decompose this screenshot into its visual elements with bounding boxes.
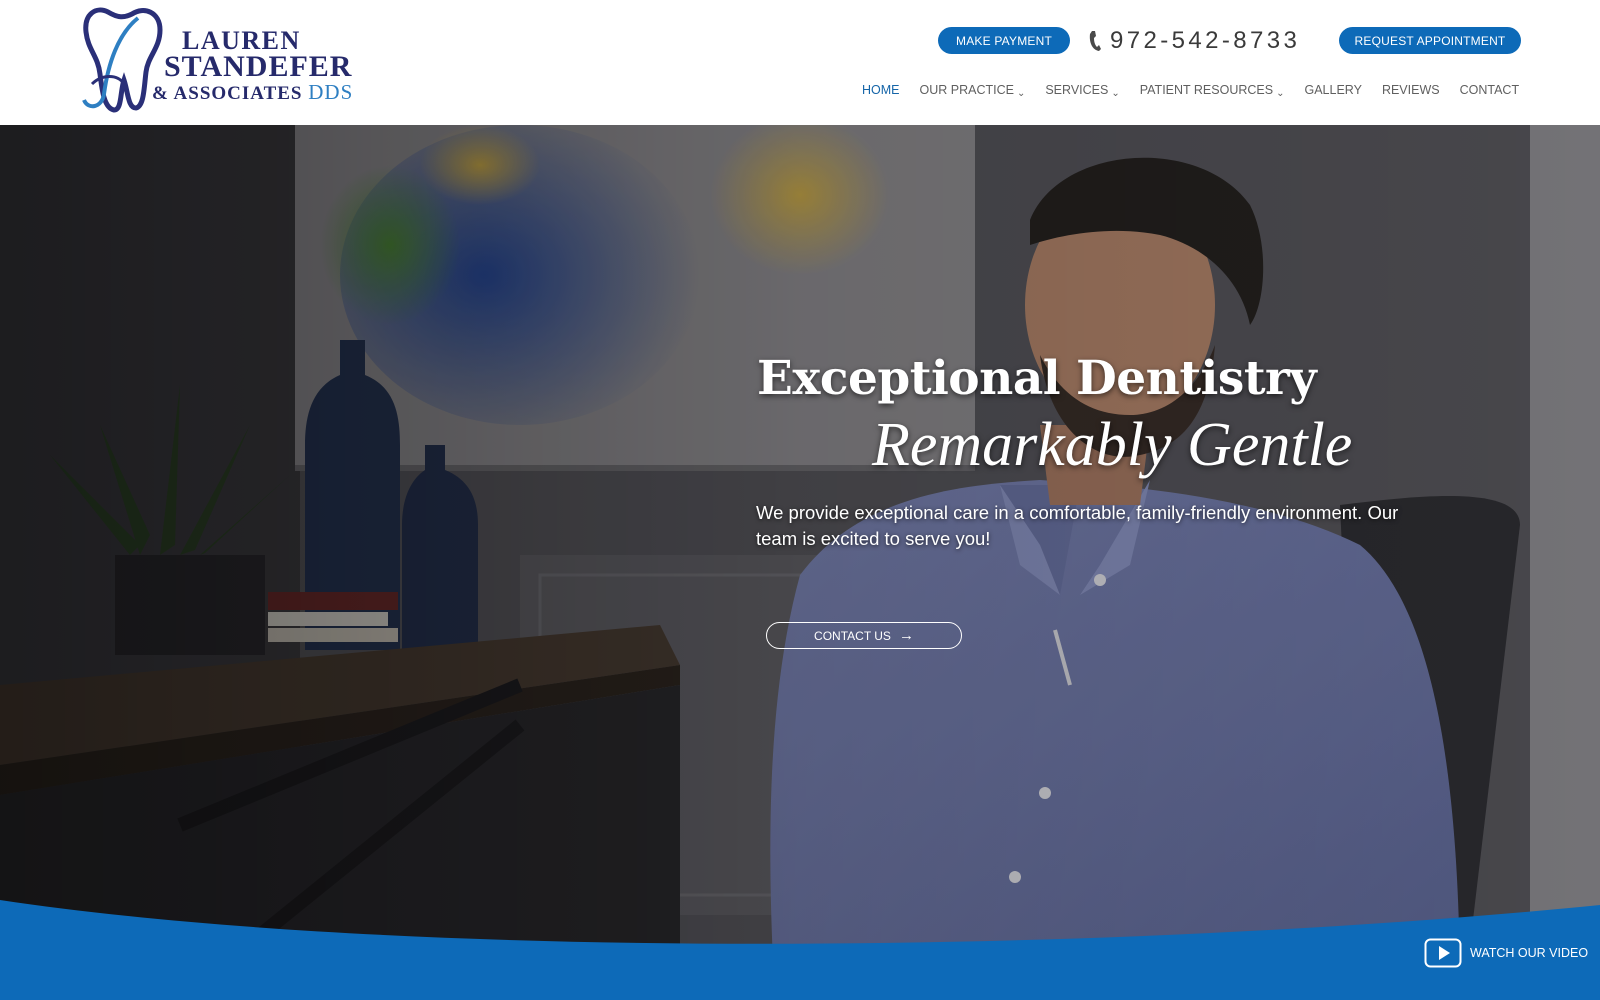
phone-number: 972-542-8733 bbox=[1110, 27, 1301, 54]
nav-item-label: REVIEWS bbox=[1381, 83, 1440, 97]
site-header: LAUREN STANDEFER & ASSOCIATES DDS MAKE P… bbox=[0, 0, 1600, 125]
nav-item-label: CONTACT bbox=[1459, 83, 1520, 97]
contact-us-label: CONTACT US bbox=[814, 628, 891, 643]
nav-item-label: PATIENT RESOURCES bbox=[1139, 83, 1274, 97]
logo-text-dds: DDS bbox=[308, 80, 354, 104]
watch-video-label: WATCH OUR VIDEO bbox=[1470, 946, 1589, 960]
chevron-down-icon: ⌄ bbox=[1276, 87, 1285, 99]
main-nav: HOME OUR PRACTICE ⌄ SERVICES ⌄ PATIENT RES… bbox=[862, 80, 1519, 100]
phone-icon bbox=[1089, 31, 1101, 51]
nav-item-our-practice[interactable]: OUR PRACTICE ⌄ bbox=[919, 83, 1026, 99]
nav-item-contact[interactable]: CONTACT bbox=[1460, 83, 1520, 97]
contact-us-button[interactable]: CONTACT US → bbox=[766, 622, 962, 649]
nav-item-label: HOME bbox=[862, 83, 900, 97]
chevron-down-icon: ⌄ bbox=[1016, 87, 1026, 99]
logo[interactable]: LAUREN STANDEFER & ASSOCIATES DDS bbox=[78, 4, 378, 116]
nav-item-reviews[interactable]: REVIEWS bbox=[1382, 83, 1440, 97]
nav-item-gallery[interactable]: GALLERY bbox=[1304, 83, 1361, 97]
nav-item-label: GALLERY bbox=[1304, 83, 1362, 97]
chevron-down-icon: ⌄ bbox=[1111, 87, 1120, 99]
make-payment-button[interactable]: MAKE PAYMENT bbox=[938, 27, 1070, 54]
hero-section: Exceptional Dentistry Remarkably Gentle … bbox=[0, 125, 1600, 1000]
hero-script-title: Remarkably Gentle bbox=[872, 411, 1353, 479]
nav-item-label: SERVICES bbox=[1045, 83, 1109, 97]
nav-item-home[interactable]: HOME bbox=[862, 83, 900, 97]
logo-text-associates: & ASSOCIATES bbox=[152, 83, 303, 104]
hero-title: Exceptional Dentistry bbox=[757, 351, 1317, 406]
hero-subtitle: We provide exceptional care in a comfort… bbox=[756, 502, 1399, 549]
logo-text-line2: STANDEFER bbox=[164, 50, 353, 83]
watch-video-button[interactable]: WATCH OUR VIDEO bbox=[1424, 937, 1588, 969]
arrow-right-icon: → bbox=[898, 627, 914, 644]
request-appointment-button[interactable]: REQUEST APPOINTMENT bbox=[1339, 27, 1521, 54]
hero-background-image bbox=[0, 125, 1600, 1000]
nav-item-patient-resources[interactable]: PATIENT RESOURCES ⌄ bbox=[1139, 83, 1285, 99]
play-icon bbox=[1424, 938, 1462, 968]
phone-link[interactable]: 972-542-8733 bbox=[1088, 24, 1300, 58]
nav-item-services[interactable]: SERVICES ⌄ bbox=[1045, 83, 1120, 99]
blue-wave-band bbox=[0, 900, 1600, 1000]
logo-text-line3: & ASSOCIATES DDS bbox=[152, 80, 353, 105]
nav-item-label: OUR PRACTICE bbox=[919, 83, 1014, 97]
